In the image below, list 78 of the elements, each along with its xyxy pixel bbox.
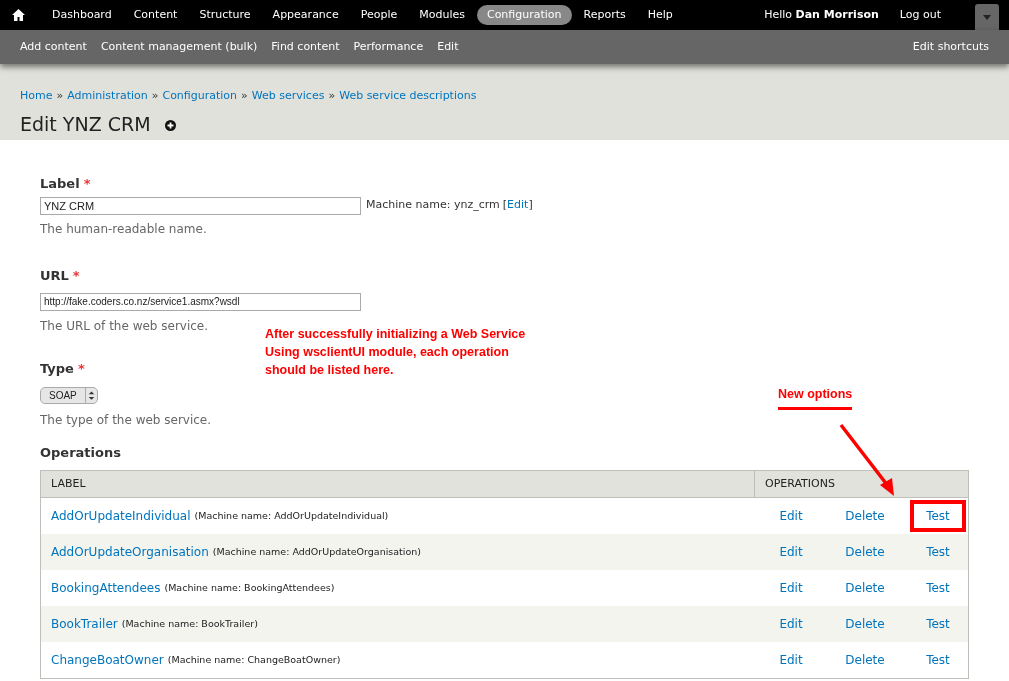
delete-link[interactable]: Delete — [835, 651, 895, 669]
home-icon[interactable] — [12, 9, 25, 21]
breadcrumb-link[interactable]: Web service descriptions — [339, 88, 477, 105]
breadcrumb-link[interactable]: Configuration — [162, 88, 238, 105]
shortcut-link[interactable]: Content management (bulk) — [100, 38, 258, 56]
machine-name-text: (Machine name: AddOrUpdateIndividual) — [194, 508, 389, 523]
delete-link[interactable]: Delete — [835, 543, 895, 561]
shortcuts-toggle-button[interactable] — [975, 4, 999, 30]
test-link[interactable]: Test — [910, 536, 966, 568]
column-header: OPERATIONS — [764, 475, 836, 492]
breadcrumb-link[interactable]: Home — [20, 88, 53, 105]
test-link[interactable]: Test — [910, 500, 966, 532]
breadcrumb-separator: » — [241, 88, 248, 104]
delete-link[interactable]: Delete — [835, 579, 895, 597]
field-label: Label — [40, 175, 80, 193]
edit-shortcuts-link[interactable]: Edit shortcuts — [912, 38, 989, 56]
logout-link[interactable]: Log out — [899, 6, 941, 24]
caret-icon — [983, 14, 991, 20]
label-input[interactable]: YNZ CRM — [40, 196, 361, 215]
delete-link[interactable]: Delete — [835, 615, 895, 633]
shortcut-link[interactable]: Find content — [271, 38, 340, 56]
breadcrumb-separator: » — [328, 88, 336, 104]
toolbar-menu-link[interactable]: Structure — [189, 4, 261, 26]
add-shortcut-icon[interactable] — [164, 119, 176, 131]
field-description: The type of the web service. — [40, 412, 212, 427]
test-link[interactable]: Test — [910, 572, 966, 604]
toolbar-menu-link[interactable]: People — [350, 4, 408, 26]
annotation-callout: New options — [778, 385, 853, 410]
annotation-note: After successfully initializing a Web Service Using wsclientUI module, each operation should be listed here. — [265, 326, 526, 379]
operation-link[interactable]: BookTrailer — [51, 615, 118, 633]
toolbar-menu-link[interactable]: Configuration — [476, 4, 572, 26]
test-link[interactable]: Test — [910, 644, 966, 676]
machine-name-text: (Machine name: BookingAttendees) — [164, 580, 335, 595]
machine-name-edit-link[interactable]: Edit — [507, 197, 529, 214]
breadcrumb-link[interactable]: Administration — [67, 88, 148, 105]
field-description: The URL of the web service. — [40, 319, 209, 333]
toolbar-menu-link[interactable]: Dashboard — [42, 4, 122, 26]
field-description: The human-readable name. — [40, 221, 207, 236]
machine-name-text: Machine name: ynz_crm — [366, 197, 500, 214]
shortcut-link[interactable]: Add content — [20, 38, 87, 56]
column-header: LABEL — [41, 471, 755, 497]
url-input[interactable]: http://fake.coders.co.nz/service1.asmx?wsdl — [40, 292, 361, 311]
toolbar-menu-link[interactable]: Reports — [573, 4, 636, 26]
operations-heading: Operations — [40, 443, 122, 462]
bracket-text: [ — [502, 197, 508, 214]
breadcrumb-separator: » — [56, 88, 64, 104]
up-down-arrows-icon — [84, 387, 97, 403]
required-asterisk: * — [83, 175, 91, 193]
required-asterisk: * — [72, 266, 80, 285]
operation-link[interactable]: AddOrUpdateIndividual — [51, 507, 191, 525]
page-title: Edit YNZ CRM — [20, 111, 151, 137]
machine-name-text: (Machine name: AddOrUpdateOrganisation) — [212, 544, 421, 559]
test-link[interactable]: Test — [910, 608, 966, 640]
breadcrumb-separator: » — [151, 88, 159, 104]
bracket-text: ] — [528, 197, 533, 214]
shortcut-link[interactable]: Edit — [437, 38, 459, 56]
required-asterisk: * — [77, 360, 85, 378]
field-label: URL — [40, 266, 69, 285]
edit-link[interactable]: Edit — [765, 543, 817, 561]
user-greeting: Hello Dan Morrison — [764, 6, 879, 23]
edit-link[interactable]: Edit — [765, 579, 817, 597]
machine-name-text: (Machine name: BookTrailer) — [121, 616, 258, 631]
type-select[interactable]: SOAP — [40, 386, 98, 404]
operation-link[interactable]: ChangeBoatOwner — [51, 651, 164, 669]
machine-name-text: (Machine name: ChangeBoatOwner) — [167, 652, 341, 667]
operation-link[interactable]: AddOrUpdateOrganisation — [51, 543, 209, 561]
toolbar-menu-link[interactable]: Modules — [409, 4, 475, 26]
delete-link[interactable]: Delete — [835, 507, 895, 525]
edit-link[interactable]: Edit — [765, 507, 817, 525]
edit-link[interactable]: Edit — [765, 651, 817, 669]
operation-link[interactable]: BookingAttendees — [51, 579, 161, 597]
edit-link[interactable]: Edit — [765, 615, 817, 633]
breadcrumb-link[interactable]: Web services — [251, 88, 325, 105]
shortcut-link[interactable]: Performance — [353, 38, 424, 56]
toolbar-menu-link[interactable]: Content — [123, 4, 188, 26]
toolbar-menu-link[interactable]: Appearance — [262, 4, 349, 26]
field-label: Type — [40, 360, 74, 378]
toolbar-menu-link[interactable]: Help — [637, 4, 683, 26]
